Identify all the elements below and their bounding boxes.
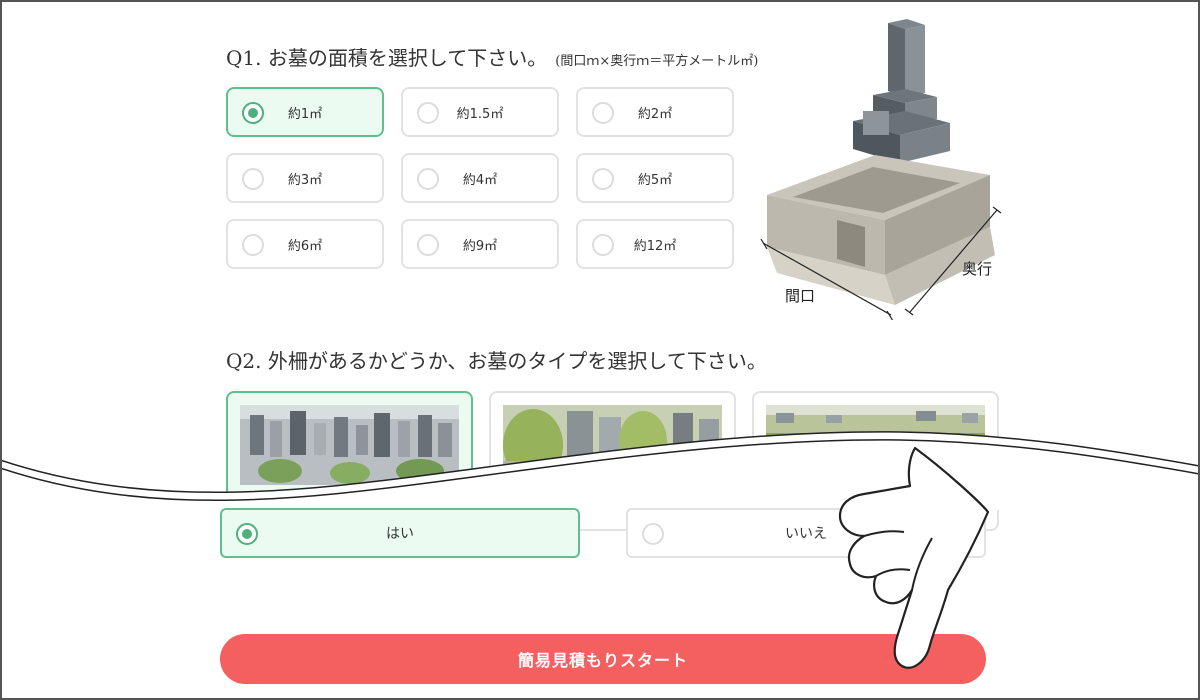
area-option-label: 約1㎡ xyxy=(287,106,323,122)
area-option-1[interactable]: 約1㎡ xyxy=(226,87,384,137)
area-option-label: 約1.5㎡ xyxy=(456,106,504,122)
width-label: 間口 xyxy=(785,287,816,305)
radio-icon xyxy=(592,168,614,190)
area-option-label: 約12㎡ xyxy=(633,238,677,254)
area-option-5[interactable]: 約5㎡ xyxy=(576,153,734,203)
radio-icon xyxy=(242,234,264,256)
depth-label: 奥行 xyxy=(962,260,993,278)
area-option-6[interactable]: 約6㎡ xyxy=(226,219,384,269)
question-1-text: Q1. お墓の面積を選択して下さい。 xyxy=(226,46,548,70)
pointing-hand-icon xyxy=(838,446,990,669)
radio-icon xyxy=(642,523,664,545)
area-option-label: 約9㎡ xyxy=(462,238,498,254)
area-option-4[interactable]: 約4㎡ xyxy=(401,153,559,203)
area-option-2[interactable]: 約2㎡ xyxy=(576,87,734,137)
area-option-12[interactable]: 約12㎡ xyxy=(576,219,734,269)
radio-selected-icon xyxy=(242,102,264,124)
area-option-label: 約4㎡ xyxy=(462,172,498,188)
radio-icon xyxy=(417,102,439,124)
wave-divider xyxy=(0,431,1200,510)
area-option-label: 約6㎡ xyxy=(287,238,323,254)
radio-icon xyxy=(417,168,439,190)
area-option-label: 約2㎡ xyxy=(637,106,673,122)
area-option-9[interactable]: 約9㎡ xyxy=(401,219,559,269)
radio-icon xyxy=(592,102,614,124)
area-option-label: 約3㎡ xyxy=(287,172,323,188)
radio-icon xyxy=(417,234,439,256)
estimate-start-label: 簡易見積もりスタート xyxy=(517,651,688,670)
question-1-title: Q1. お墓の面積を選択して下さい。 (間口ｍ×奥行ｍ＝平方メートル㎡) xyxy=(226,42,758,71)
radio-icon xyxy=(592,234,614,256)
fence-yes-label: はい xyxy=(386,526,414,542)
fence-yes-option[interactable]: はい xyxy=(220,508,580,558)
radio-selected-icon xyxy=(236,523,258,545)
radio-icon xyxy=(242,168,264,190)
area-option-label: 約5㎡ xyxy=(637,172,673,188)
question-1-subtitle: (間口ｍ×奥行ｍ＝平方メートル㎡) xyxy=(555,54,759,69)
area-option-1-5[interactable]: 約1.5㎡ xyxy=(401,87,559,137)
question-2-title: Q2. 外柵があるかどうか、お墓のタイプを選択して下さい。 xyxy=(226,349,767,373)
area-option-3[interactable]: 約3㎡ xyxy=(226,153,384,203)
